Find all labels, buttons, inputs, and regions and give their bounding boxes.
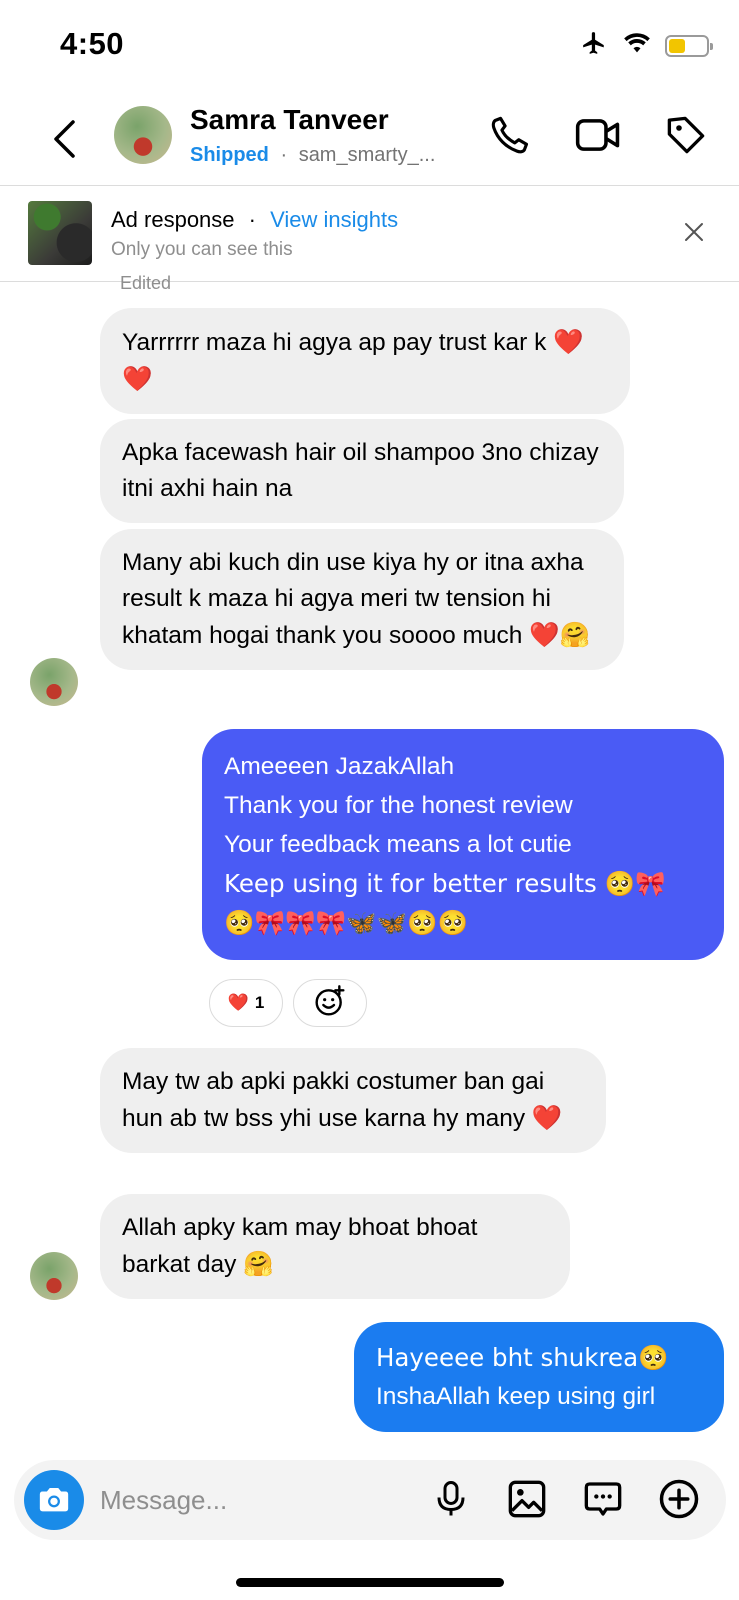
sticker-icon[interactable] [580,1476,626,1522]
message-text: Apka facewash hair oil shampoo 3no chiza… [122,439,599,502]
edited-label: Edited [120,273,172,291]
contact-subtitle: Shipped · sam_smarty_... [190,144,435,167]
message-composer [14,1460,726,1540]
gallery-icon[interactable] [504,1476,550,1522]
home-indicator[interactable] [236,1578,504,1587]
plus-icon[interactable] [656,1476,702,1522]
ad-thumbnail[interactable] [28,201,92,265]
contact-name[interactable]: Samra Tanveer [190,104,389,136]
sender-avatar[interactable] [30,1252,78,1300]
status-icons [579,30,713,61]
message-bubble-incoming[interactable]: Allah apky kam may bhoat bhoat barkat da… [100,1194,570,1299]
message-input[interactable] [100,1482,420,1518]
reaction-count: 1 [254,993,265,1012]
status-bar: 4:50 [0,0,739,90]
ad-response-banner: Ad response · View insights Only you can… [0,187,739,282]
message-line: InshaAllah keep using girl [376,1383,656,1410]
add-reaction-button[interactable] [293,979,367,1027]
video-icon[interactable] [575,112,621,158]
message-emoji: ❤️ [531,1103,563,1132]
sender-avatar[interactable] [30,658,78,706]
message-text: Many abi kuch din use kiya hy or itna ax… [122,549,584,649]
ad-separator: · [248,207,256,232]
back-icon[interactable] [44,114,84,164]
microphone-icon[interactable] [428,1476,474,1522]
message-emoji: 🤗 [243,1249,274,1278]
wifi-icon [623,32,651,59]
message-line: Thank you for the honest review [224,792,573,819]
composer-actions [428,1476,702,1522]
heart-reaction-icon: ❤️ [227,993,249,1013]
header-actions [487,112,709,158]
message-line: 🥺🎀🎀🎀🦋🦋🥺🥺 [224,908,469,937]
battery-level [669,38,686,53]
avatar[interactable] [114,106,172,164]
subtitle-separator: · [280,144,288,166]
ad-visibility-note: Only you can see this [111,239,293,260]
close-icon[interactable] [679,217,709,247]
message-line: Hayeeee bht shukrea🥺 [376,1343,669,1372]
message-bubble-incoming[interactable]: Many abi kuch din use kiya hy or itna ax… [100,529,624,670]
message-bubble-outgoing[interactable]: Hayeeee bht shukrea🥺 InshaAllah keep usi… [354,1322,724,1432]
message-line: Ameeeen JazakAllah [224,753,455,780]
phone-icon[interactable] [487,112,533,158]
message-bubble-incoming[interactable]: May tw ab apki pakki costumer ban gai hu… [100,1048,606,1153]
ad-title-row: Ad response · View insights [111,207,398,233]
tag-icon[interactable] [663,112,709,158]
message-emoji: ❤️🤗 [529,620,591,649]
message-bubble-outgoing[interactable]: Ameeeen JazakAllah Thank you for the hon… [202,729,724,960]
message-line: Keep using it for better results 🥺🎀 [224,869,666,898]
camera-icon[interactable] [24,1470,84,1530]
airplane-icon [579,30,609,61]
add-reaction-icon [314,984,346,1022]
message-bubble-incoming[interactable]: Apka facewash hair oil shampoo 3no chiza… [100,419,624,523]
status-time: 4:50 [60,26,125,61]
battery-icon [665,34,713,57]
view-insights-link[interactable]: View insights [270,207,398,232]
order-status-label[interactable]: Shipped [190,144,269,166]
message-bubble-incoming[interactable]: Yarrrrrr maza hi agya ap pay trust kar k… [100,308,630,414]
message-text: May tw ab apki pakki costumer ban gai hu… [122,1068,545,1132]
message-text: Allah apky kam may bhoat bhoat barkat da… [122,1214,478,1278]
contact-username: sam_smarty_... [298,144,436,166]
message-line: Your feedback means a lot cutie [224,831,572,858]
reaction-heart-count[interactable]: ❤️ 1 [209,979,283,1027]
chat-header: Samra Tanveer Shipped · sam_smarty_... [0,92,739,186]
ad-title: Ad response [111,207,235,232]
message-text: Yarrrrrr maza hi agya ap pay trust kar k [122,329,547,356]
